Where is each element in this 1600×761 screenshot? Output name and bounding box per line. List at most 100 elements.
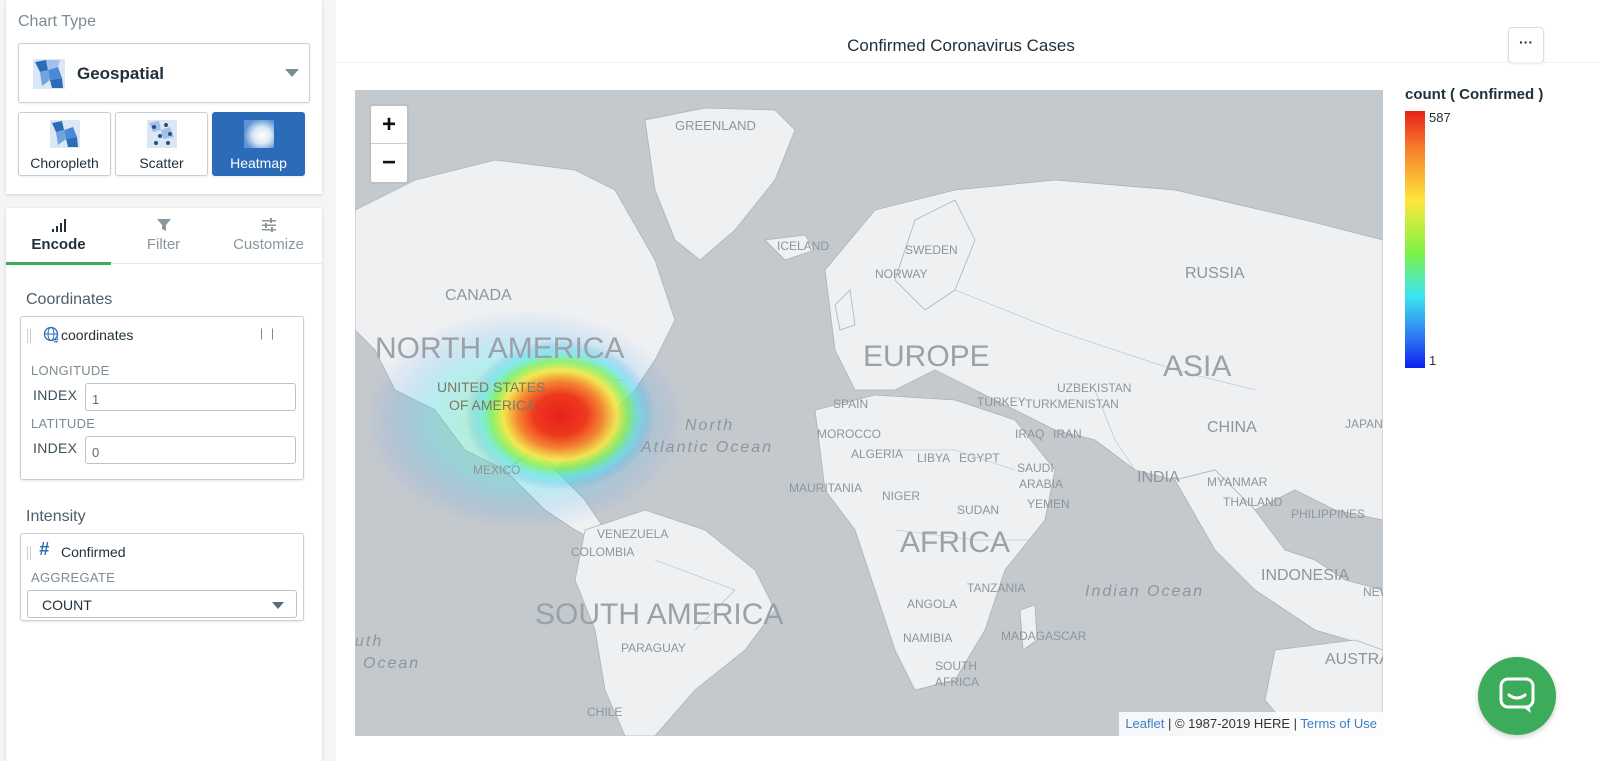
map-label-venezuela: VENEZUELA xyxy=(597,527,668,541)
intensity-field-name: Confirmed xyxy=(61,544,126,560)
map-label-ocean: Ocean xyxy=(363,655,420,672)
map-label-paraguay: PARAGUAY xyxy=(621,641,686,655)
map-label-south-ocean: uth xyxy=(355,633,383,650)
map-label-south-america: SOUTH AMERICA xyxy=(535,598,783,631)
coordinates-field-name: coordinates xyxy=(61,327,134,343)
longitude-label: LONGITUDE xyxy=(31,363,110,378)
map-label-new: NEW xyxy=(1363,585,1383,599)
map-label-japan: JAPAN xyxy=(1345,417,1383,431)
subtype-label: Choropleth xyxy=(30,155,99,171)
zoom-out-button[interactable]: − xyxy=(371,144,407,182)
map-label-iraq: IRAQ xyxy=(1015,427,1044,441)
subtype-scatter-button[interactable]: Scatter xyxy=(115,112,208,176)
map-label-asia: ASIA xyxy=(1163,350,1231,383)
chart-type-select[interactable]: Geospatial xyxy=(18,43,310,103)
map-label-india: INDIA xyxy=(1137,469,1180,486)
map-label-indian-ocean: Indian Ocean xyxy=(1085,583,1204,600)
map-attribution: Leaflet | © 1987-2019 HERE | Terms of Us… xyxy=(1119,712,1383,736)
map-label-united-states: UNITED STATES xyxy=(437,379,545,395)
map-label-north-america: NORTH AMERICA xyxy=(375,332,624,365)
map-label-saudi: SAUDI xyxy=(1017,461,1054,475)
chart-title: Confirmed Coronavirus Cases xyxy=(847,36,1075,55)
choropleth-icon xyxy=(50,120,80,148)
map-label-atlantic-ocean: Atlantic Ocean xyxy=(640,439,773,456)
map-label-niger: NIGER xyxy=(882,489,920,503)
map-label-of-america: OF AMERICA xyxy=(449,397,536,413)
intensity-section-title: Intensity xyxy=(26,508,86,525)
drag-handle-icon[interactable] xyxy=(27,329,33,343)
bars-signal-icon xyxy=(52,219,66,232)
header-divider xyxy=(336,62,1600,63)
map-label-iran: IRAN xyxy=(1053,427,1082,441)
map-label-north: North xyxy=(685,417,734,434)
map-label-canada: CANADA xyxy=(445,287,512,304)
heatmap-icon xyxy=(244,120,274,148)
map-label-philippines: PHILIPPINES xyxy=(1291,507,1365,521)
map-label-australia: AUSTRAL xyxy=(1325,651,1383,668)
geospatial-icon xyxy=(33,59,65,89)
more-options-button[interactable]: ··· xyxy=(1508,27,1544,63)
chart-type-label: Geospatial xyxy=(77,64,164,83)
tab-customize[interactable]: Customize xyxy=(216,208,321,264)
map-label-egypt: EGYPT xyxy=(959,451,1000,465)
attribution-text: | © 1987-2019 HERE | xyxy=(1164,716,1301,731)
zoom-in-button[interactable]: + xyxy=(371,106,407,144)
map-label-morocco: MOROCCO xyxy=(817,427,881,441)
map-label-tanzania: TANZANIA xyxy=(967,581,1025,595)
chevron-down-icon xyxy=(272,602,284,609)
map-label-yemen: YEMEN xyxy=(1027,497,1070,511)
legend-color-scale xyxy=(1405,111,1425,368)
map-label-indonesia: INDONESIA xyxy=(1261,567,1349,584)
subtype-label: Scatter xyxy=(139,155,184,171)
coordinates-field-card[interactable]: # coordinates LONGITUDE INDEX 1 LATITUDE… xyxy=(20,316,304,480)
subtype-choropleth-button[interactable]: Choropleth xyxy=(18,112,111,176)
sliders-icon xyxy=(262,218,276,232)
map-label-algeria: ALGERIA xyxy=(851,447,903,461)
intensity-field-card[interactable]: # Confirmed AGGREGATE COUNT xyxy=(20,533,304,621)
legend-title: count ( Confirmed ) xyxy=(1405,86,1544,103)
aggregate-select[interactable]: COUNT xyxy=(27,590,297,618)
chart-type-title: Chart Type xyxy=(18,13,96,30)
subtype-heatmap-button[interactable]: Heatmap xyxy=(212,112,305,176)
chat-support-button[interactable] xyxy=(1478,657,1556,735)
chevron-down-icon xyxy=(285,69,299,77)
map-label-mexico: MEXICO xyxy=(473,463,520,477)
tab-bar: Encode Filter Customize xyxy=(6,208,322,265)
map-label-madagascar: MADAGASCAR xyxy=(1001,629,1087,643)
legend-max-value: 587 xyxy=(1429,110,1451,125)
number-hash-icon: # xyxy=(39,539,50,559)
array-brackets-icon[interactable] xyxy=(261,328,273,340)
tab-filter[interactable]: Filter xyxy=(111,208,216,264)
map-view[interactable]: GREENLAND ICELAND SWEDEN NORWAY RUSSIA C… xyxy=(355,90,1383,736)
longitude-index-label: INDEX xyxy=(33,387,78,403)
tab-encode[interactable]: Encode xyxy=(6,208,111,265)
drag-handle-icon[interactable] xyxy=(27,546,33,560)
map-label-sudan: SUDAN xyxy=(957,503,999,517)
svg-text:#: # xyxy=(54,336,59,344)
map-label-africa: AFRICA xyxy=(900,526,1010,559)
world-map: GREENLAND ICELAND SWEDEN NORWAY RUSSIA C… xyxy=(355,107,1383,736)
funnel-icon xyxy=(157,219,171,231)
aggregate-label: AGGREGATE xyxy=(31,570,116,585)
terms-of-use-link[interactable]: Terms of Use xyxy=(1300,716,1377,731)
map-label-mauritania: MAURITANIA xyxy=(789,481,862,495)
map-label-norway: NORWAY xyxy=(875,267,927,281)
tab-label: Encode xyxy=(31,236,86,253)
map-label-china: CHINA xyxy=(1207,419,1257,436)
chart-type-card: Chart Type Geospatial Choropleth Scatter… xyxy=(6,0,322,194)
latitude-index-input[interactable]: 0 xyxy=(85,436,296,464)
map-label-spain: SPAIN xyxy=(833,397,868,411)
map-label-turkey: TURKEY xyxy=(977,395,1026,409)
left-panel: Chart Type Geospatial Choropleth Scatter… xyxy=(0,0,330,761)
coordinates-section-title: Coordinates xyxy=(26,291,113,308)
longitude-index-input[interactable]: 1 xyxy=(85,383,296,411)
tab-label: Filter xyxy=(146,236,181,253)
map-label-uzbekistan: UZBEKISTAN xyxy=(1057,381,1131,395)
map-label-south-africa: AFRICA xyxy=(935,675,979,689)
zoom-control: + − xyxy=(369,104,409,184)
leaflet-link[interactable]: Leaflet xyxy=(1125,716,1164,731)
map-label-europe: EUROPE xyxy=(863,340,990,373)
map-label-south: SOUTH xyxy=(935,659,977,673)
map-label-angola: ANGOLA xyxy=(907,597,957,611)
map-label-turkmenistan: TURKMENISTAN xyxy=(1025,397,1119,411)
